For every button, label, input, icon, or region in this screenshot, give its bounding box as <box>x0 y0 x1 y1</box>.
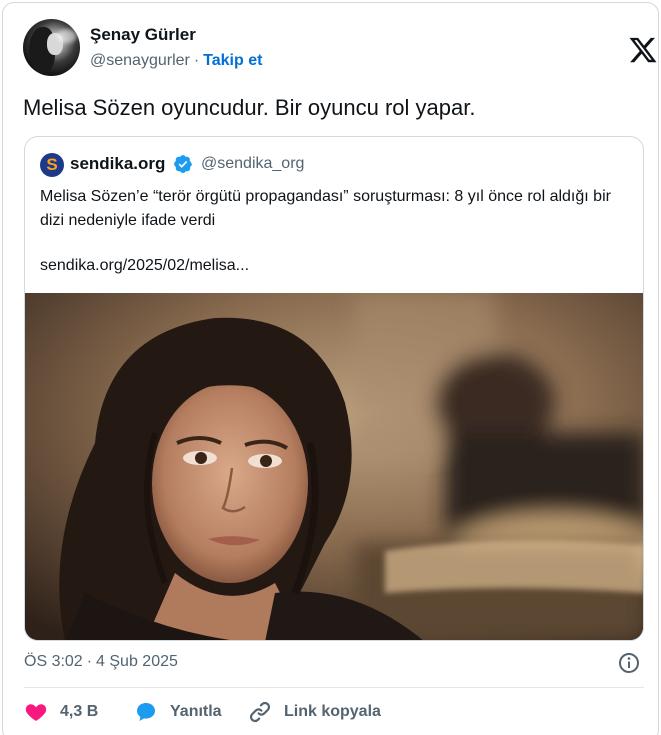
quoted-source-handle: @sendika_org <box>201 155 305 172</box>
reply-bubble-icon <box>137 703 155 721</box>
tweet-timestamp[interactable]: ÖS 3:02 · 4 Şub 2025 <box>24 653 178 671</box>
author-name[interactable]: Şenay Gürler <box>90 25 196 45</box>
divider <box>24 687 644 688</box>
like-count: 4,3 B <box>60 703 99 720</box>
tweet-actions: 4,3 B Yanıtla Link kopyala <box>24 697 644 727</box>
verified-badge-icon <box>174 155 192 173</box>
copy-link-button[interactable]: Link kopyala <box>248 697 381 727</box>
tweet-date: 4 Şub 2025 <box>96 653 178 670</box>
copy-link-label: Link kopyala <box>284 703 381 720</box>
sendika-logo-icon: S <box>40 153 64 177</box>
tweet-text: Melisa Sözen oyuncudur. Bir oyuncu rol y… <box>23 95 476 120</box>
embedded-tweet-card: Şenay Gürler @senaygurler · Takip et Melis… <box>2 2 659 735</box>
author-avatar[interactable] <box>23 19 80 76</box>
heart-icon <box>25 704 47 721</box>
timestamp-separator: · <box>86 653 93 670</box>
info-icon[interactable] <box>617 651 641 675</box>
x-logo-icon[interactable] <box>628 35 658 65</box>
quoted-link[interactable]: sendika.org/2025/02/melisa... <box>40 257 249 275</box>
like-button[interactable]: 4,3 B <box>24 697 98 727</box>
reply-button[interactable]: Yanıtla <box>134 697 222 727</box>
author-handle-line: @senaygurler · Takip et <box>90 52 262 70</box>
link-icon <box>249 701 271 723</box>
author-handle[interactable]: @senaygurler <box>90 52 190 69</box>
quoted-source-name: sendika.org <box>70 154 166 173</box>
follow-button[interactable]: Takip et <box>203 52 262 69</box>
tweet-time: ÖS 3:02 <box>24 653 83 670</box>
tweet-header: Şenay Gürler @senaygurler · Takip et <box>23 19 657 79</box>
reply-label: Yanıtla <box>170 703 222 720</box>
handle-separator: · <box>193 52 200 69</box>
quoted-post[interactable]: S sendika.org @sendika_org Melisa Sözen’… <box>24 136 644 641</box>
quoted-photo[interactable] <box>25 293 643 640</box>
quoted-text: Melisa Sözen’e “terör örgütü propagandas… <box>40 188 611 229</box>
